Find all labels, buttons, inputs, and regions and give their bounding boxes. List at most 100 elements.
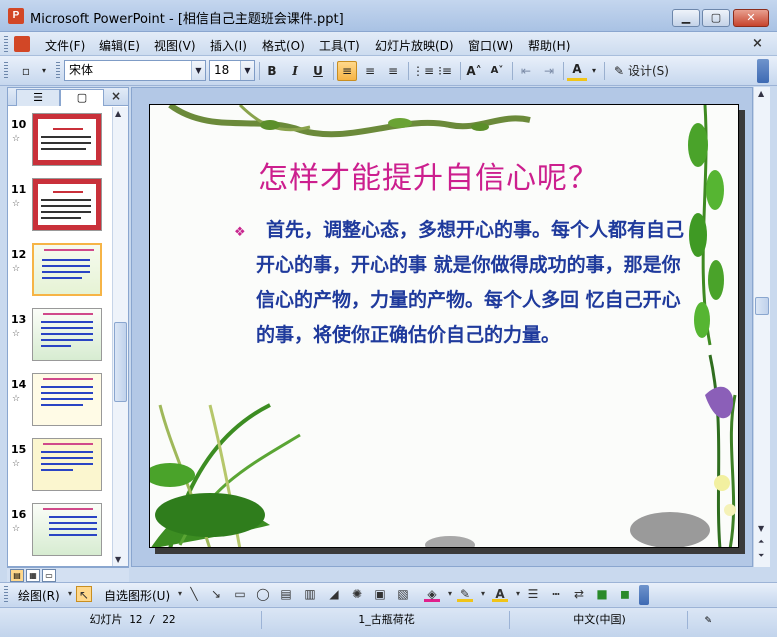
autoshapes-button[interactable]: 自选图形(U) [104,587,170,604]
font-name-combo[interactable]: 宋体 ▼ [64,60,206,81]
flower [714,475,730,491]
close-button[interactable]: ✕ [733,9,769,27]
decrease-indent-icon[interactable]: ⇤ [516,61,536,81]
toolbar-overflow-button[interactable] [757,59,769,83]
draw-font-color-icon[interactable]: A [492,586,508,602]
shadow-style-icon[interactable]: ■ [594,586,610,602]
font-size-combo[interactable]: 18 ▼ [209,60,255,81]
menu-window[interactable]: 窗口(W) [466,37,515,54]
maximize-button[interactable]: ▢ [702,9,730,27]
slide-thumbnail-13[interactable] [32,308,102,361]
clipart-icon[interactable]: ▣ [372,586,388,602]
tab-outline[interactable]: ☰ [16,89,60,106]
document-close-button[interactable]: × [752,36,763,51]
picture-icon[interactable]: ▧ [395,586,411,602]
select-pointer-icon[interactable]: ↖ [76,586,92,602]
numbering-icon[interactable]: ⋮≡ [412,61,434,81]
spelling-check-icon[interactable]: ✎ [690,611,726,629]
bullets-icon[interactable]: ⁝≡ [435,61,455,81]
tab-slides[interactable]: ▢ [60,89,104,106]
main-scrollbar[interactable]: ▲ ▼ ⏶ ⏷ [753,87,770,567]
slide-thumbnail-12[interactable] [32,243,102,296]
menu-tools[interactable]: 工具(T) [317,37,362,54]
slide-sorter-icon[interactable]: ▦ [26,569,40,582]
wordart-icon[interactable]: ◢ [326,586,342,602]
increase-font-icon[interactable]: A˄ [464,61,484,81]
chevron-down-icon[interactable]: ▾ [475,586,491,602]
line-style-icon[interactable]: ☰ [525,586,541,602]
panel-scroll-thumb[interactable] [114,322,127,402]
arrow-icon[interactable]: ↘ [208,586,224,602]
slide-thumbnail-15[interactable] [32,438,102,491]
toolbar-grip[interactable] [4,62,8,78]
increase-indent-icon[interactable]: ⇥ [539,61,559,81]
toolbar-options-icon[interactable]: ▾ [38,61,50,81]
font-color-icon[interactable]: A [567,61,587,81]
panel-close-button[interactable]: × [111,89,121,103]
align-left-icon[interactable]: ≡ [337,61,357,81]
slide-thumbnail-11[interactable] [32,178,102,231]
menu-edit[interactable]: 编辑(E) [97,37,142,54]
align-right-icon[interactable]: ≡ [383,61,403,81]
iris-flower [705,386,734,419]
menu-file[interactable]: 文件(F) [43,37,87,54]
menu-help[interactable]: 帮助(H) [526,37,572,54]
next-slide-icon[interactable]: ⏷ [758,551,764,561]
toolbar-separator [259,62,260,80]
dash-style-icon[interactable]: ┅ [548,586,564,602]
vertical-textbox-icon[interactable]: ▥ [302,586,318,602]
3d-style-icon[interactable]: ◼ [617,586,633,602]
new-document-icon[interactable]: ▫ [16,61,36,81]
design-button[interactable]: 设计(S) [628,61,674,81]
minimize-button[interactable]: ▁ [672,9,700,27]
stem [728,394,737,547]
menu-grip[interactable] [4,36,8,52]
slide-title[interactable]: 怎样才能提升自信心呢？ [258,153,599,197]
scroll-down-icon[interactable]: ▼ [758,524,764,533]
textbox-icon[interactable]: ▤ [278,586,294,602]
align-center-icon[interactable]: ≡ [360,61,380,81]
scroll-up-icon[interactable]: ▲ [758,89,764,98]
font-color-dropdown-icon[interactable]: ▾ [588,61,600,81]
line-icon[interactable]: ╲ [186,586,202,602]
panel-scrollbar[interactable]: ▲ ▼ [112,107,128,566]
scroll-up-icon[interactable]: ▲ [115,109,121,118]
chevron-down-icon[interactable]: ▼ [191,61,205,80]
bold-button[interactable]: B [262,61,282,81]
chevron-down-icon[interactable]: ▼ [240,61,254,80]
fill-color-icon[interactable]: ◈ [424,586,440,602]
rectangle-icon[interactable]: ▭ [232,586,248,602]
chevron-down-icon[interactable]: ▾ [442,586,458,602]
line-color-icon[interactable]: ✎ [457,586,473,602]
slide-thumbnail-14[interactable] [32,373,102,426]
arrow-style-icon[interactable]: ⇄ [571,586,587,602]
status-slide-info: 幻灯片 12 / 22 [4,611,262,629]
menu-slideshow[interactable]: 幻灯片放映(D) [373,37,456,54]
drawbar-grip[interactable] [4,586,8,602]
drawbar-overflow-button[interactable] [639,585,649,605]
oval-icon[interactable]: ◯ [255,586,271,602]
powerpoint-icon[interactable]: P [8,8,24,24]
flower [724,504,736,516]
slide-thumbnail-16[interactable] [32,503,102,556]
diagram-icon[interactable]: ✺ [349,586,365,602]
decrease-font-icon[interactable]: A˅ [487,61,507,81]
chevron-down-icon[interactable]: ▾ [510,586,526,602]
menu-format[interactable]: 格式(O) [260,37,307,54]
menu-view[interactable]: 视图(V) [152,37,198,54]
prev-slide-icon[interactable]: ⏶ [758,537,764,547]
italic-button[interactable]: I [285,61,305,81]
slideshow-view-icon[interactable]: ▭ [42,569,56,582]
main-scroll-thumb[interactable] [755,297,769,315]
underline-button[interactable]: U [308,61,328,81]
draw-menu-button[interactable]: 绘图(R) [18,587,60,604]
current-slide[interactable]: 怎样才能提升自信心呢？ ❖ 首先，调整心态，多想开心的事。每个人都有自己开心的事… [149,104,739,548]
scroll-down-icon[interactable]: ▼ [115,555,121,564]
slide-body-text[interactable]: 首先，调整心态，多想开心的事。每个人都有自己开心的事，开心的事 就是你做得成功的… [256,213,686,353]
document-icon[interactable] [14,36,30,52]
normal-view-icon[interactable]: ▤ [10,569,24,582]
menu-insert[interactable]: 插入(I) [208,37,249,54]
design-icon[interactable]: ✎ [609,61,629,81]
slide-thumbnail-10[interactable] [32,113,102,166]
toolbar-grip-2[interactable] [56,62,60,78]
